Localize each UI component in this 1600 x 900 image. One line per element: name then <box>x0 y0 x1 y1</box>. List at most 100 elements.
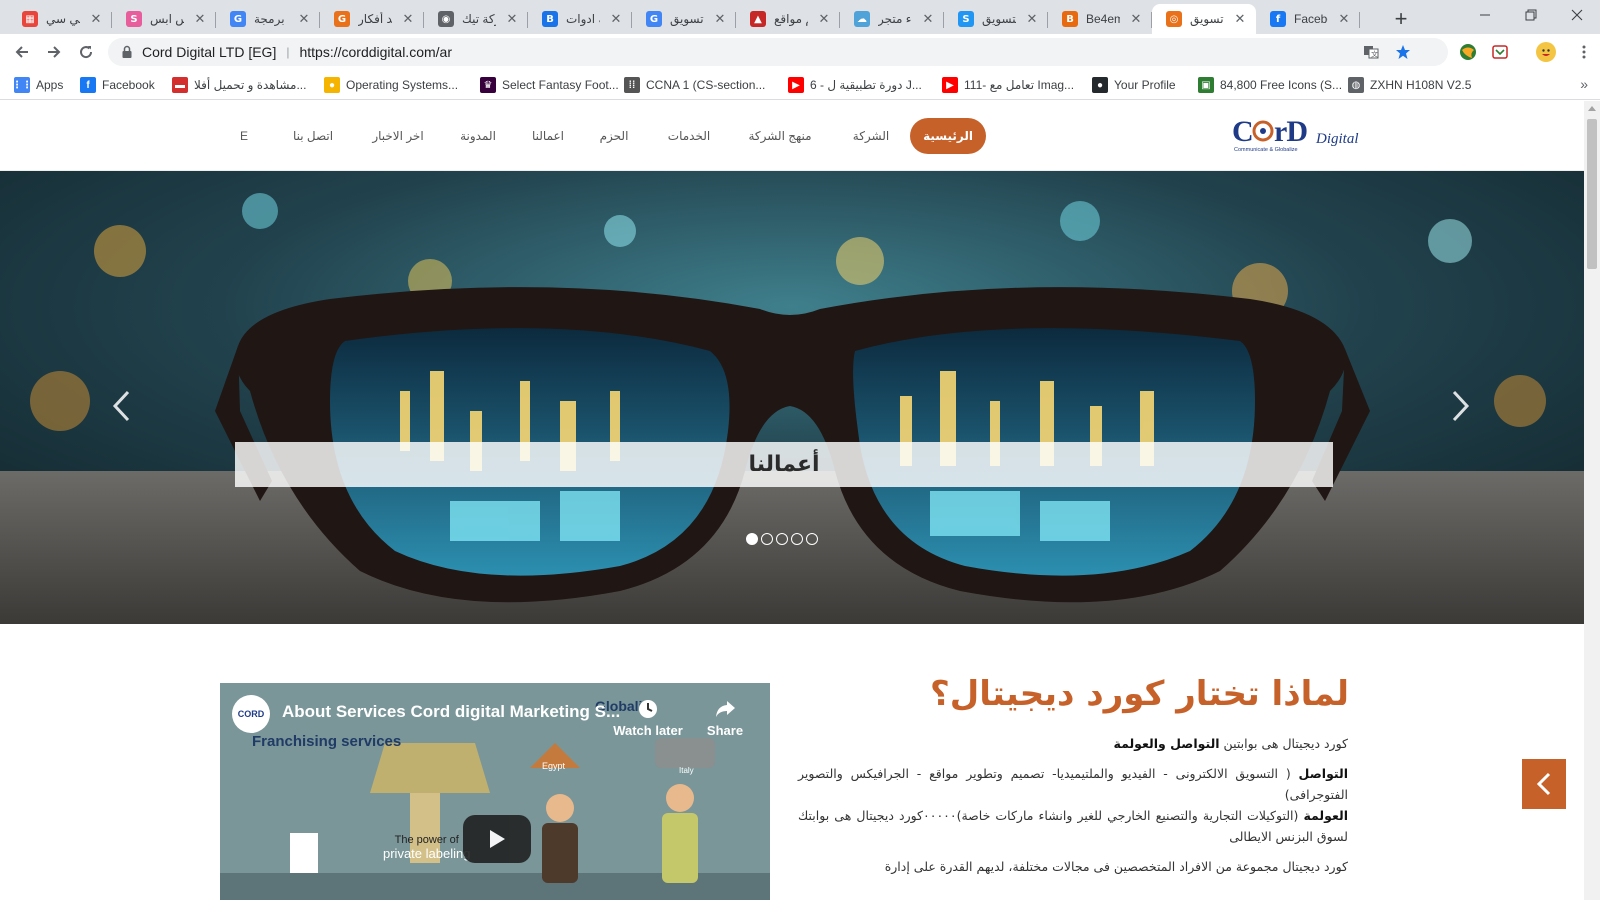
nav-item[interactable]: منهج الشركة <box>734 118 826 154</box>
browser-tab-strip: ▦ اي بي سي ✕ S اكس ابس ✕ G شركة برمجة ✕ G جراند أف… <box>0 0 1600 34</box>
back-button[interactable] <box>8 38 36 66</box>
browser-tab[interactable]: G شركة برمجة ✕ <box>216 4 320 34</box>
tab-close-icon[interactable]: ✕ <box>504 11 520 27</box>
tab-close-icon[interactable]: ✕ <box>1336 11 1352 27</box>
page-viewport: الرئيسية الشركة منهج الشركة الخدمات الحزم اعم… <box>0 101 1584 900</box>
side-panel-toggle[interactable] <box>1522 759 1566 809</box>
scrollbar-thumb[interactable] <box>1587 119 1597 269</box>
extension-globe-icon[interactable] <box>1458 42 1478 62</box>
youtube-video-embed[interactable]: Egypt Italy Globali CORD About Services … <box>220 683 770 900</box>
bookmark-label: Your Profile <box>1114 78 1176 92</box>
lock-icon[interactable] <box>120 45 134 59</box>
share-button[interactable]: Share <box>690 695 760 738</box>
nav-item[interactable]: اعمالنا <box>520 118 576 154</box>
reload-button[interactable] <box>72 38 100 66</box>
tab-close-icon[interactable]: ✕ <box>400 11 416 27</box>
profile-avatar-icon[interactable] <box>1536 42 1556 62</box>
channel-avatar[interactable]: CORD <box>232 695 270 733</box>
bookmark-item[interactable]: ⋮⋮ Apps <box>12 76 63 94</box>
play-button[interactable] <box>463 815 531 863</box>
browser-tab[interactable]: G جراند أفكار ✕ <box>320 4 424 34</box>
nav-item[interactable]: الرئيسية <box>910 118 986 154</box>
slider-dot[interactable] <box>791 533 803 545</box>
nav-item[interactable]: الشركة <box>842 118 900 154</box>
close-window-button[interactable] <box>1554 0 1600 30</box>
slider-next-arrow[interactable] <box>1446 386 1476 426</box>
nav-item[interactable]: الحزم <box>590 118 638 154</box>
extension-pocket-icon[interactable] <box>1490 42 1510 62</box>
browser-tab[interactable]: ◎ شركة تسويق ✕ <box>1152 4 1256 34</box>
video-title[interactable]: About Services Cord digital Marketing S.… <box>282 702 620 722</box>
site-header: الرئيسية الشركة منهج الشركة الخدمات الحزم اعم… <box>0 101 1584 171</box>
tab-close-icon[interactable]: ✕ <box>1128 11 1144 27</box>
bookmark-item[interactable]: ▶ 111- تعامل مع Imag... <box>942 76 1074 94</box>
tab-close-icon[interactable]: ✕ <box>1024 11 1040 27</box>
browser-tab[interactable]: B Be4em ✕ <box>1048 4 1152 34</box>
bookmark-star-icon[interactable] <box>1390 38 1416 66</box>
forward-button[interactable] <box>40 38 68 66</box>
restore-window-button[interactable] <box>1508 0 1554 30</box>
translate-icon[interactable]: 文 <box>1358 38 1384 66</box>
nav-item[interactable]: اتصل بنا <box>282 118 344 154</box>
browser-tab[interactable]: S اكس ابس ✕ <box>112 4 216 34</box>
tab-close-icon[interactable]: ✕ <box>296 11 312 27</box>
tab-close-icon[interactable]: ✕ <box>1232 11 1248 27</box>
tab-close-icon[interactable]: ✕ <box>816 11 832 27</box>
chrome-menu-icon[interactable] <box>1574 42 1594 62</box>
fantasy-football-icon: ♛ <box>480 77 496 93</box>
bookmark-label: Select Fantasy Foot... <box>502 78 619 92</box>
bookmark-item[interactable]: ● Your Profile <box>1092 76 1176 94</box>
video-scene-text: The power of private labeling <box>383 833 470 861</box>
slider-prev-arrow[interactable] <box>106 386 136 426</box>
hero-glasses-image <box>0 171 1584 624</box>
communication-text: ( التسويق الالكترونى - الفيديو والملتيمي… <box>798 766 1348 802</box>
bookmark-item[interactable]: ◍ ZXHN H108N V2.5 <box>1348 76 1471 94</box>
tab-close-icon[interactable]: ✕ <box>712 11 728 27</box>
browser-tab[interactable]: f Facebook ✕ <box>1256 4 1360 34</box>
bookmark-item[interactable]: ▬ مشاهدة و تحميل أفلا... <box>172 76 306 94</box>
minimize-window-button[interactable] <box>1462 0 1508 30</box>
tab-close-icon[interactable]: ✕ <box>608 11 624 27</box>
browser-tab[interactable]: ☁ انشاء متجر ✕ <box>840 4 944 34</box>
bookmarks-overflow-icon[interactable]: » <box>1580 76 1588 92</box>
nav-item[interactable]: اخر الاخبار <box>362 118 434 154</box>
hero-slider[interactable]: أعمالنا <box>0 171 1584 624</box>
slider-dot[interactable] <box>776 533 788 545</box>
bookmark-item[interactable]: ▶ 6 - دورة تطبيقية ل J... <box>788 76 922 94</box>
site-logo[interactable]: C rD Digital Communicate & Globalize <box>1232 113 1362 155</box>
chevron-right-icon <box>1452 390 1470 422</box>
share-icon <box>716 701 735 717</box>
arrow-right-icon <box>48 46 61 58</box>
nav-item[interactable]: المدونة <box>446 118 510 154</box>
tab-favicon-icon: ◉ <box>438 11 454 27</box>
tab-close-icon[interactable]: ✕ <box>88 11 104 27</box>
slider-dot[interactable] <box>761 533 773 545</box>
browser-tab[interactable]: G وكالة تسويق ✕ <box>632 4 736 34</box>
scene-text-line1: The power of <box>394 834 459 846</box>
tab-close-icon[interactable]: ✕ <box>192 11 208 27</box>
bookmark-item[interactable]: ⁞⁞ CCNA 1 (CS-section... <box>624 76 765 94</box>
browser-tab[interactable]: S خدمات التسويق ✕ <box>944 4 1048 34</box>
browser-tab[interactable]: B شركة ادوات ✕ <box>528 4 632 34</box>
slide-caption-text: أعمالنا <box>748 452 820 477</box>
browser-tab[interactable]: ▦ اي بي سي ✕ <box>8 4 112 34</box>
bookmark-label: Facebook <box>102 78 155 92</box>
browser-tab[interactable]: ◉ شركة تيك ✕ <box>424 4 528 34</box>
slider-dot[interactable] <box>806 533 818 545</box>
bookmark-item[interactable]: ♛ Select Fantasy Foot... <box>480 76 619 94</box>
tab-favicon-icon: ▦ <box>22 11 38 27</box>
new-tab-button[interactable]: + <box>1388 6 1414 32</box>
browser-tab[interactable]: ▲ تصميم مواقع ✕ <box>736 4 840 34</box>
tab-close-icon[interactable]: ✕ <box>920 11 936 27</box>
address-bar[interactable]: Cord Digital LTD [EG] | https://corddigi… <box>108 38 1448 66</box>
watch-later-button[interactable]: Watch later <box>613 695 683 738</box>
bookmark-item[interactable]: ● Operating Systems... <box>324 76 458 94</box>
nav-item[interactable]: E <box>236 118 252 154</box>
url-text[interactable]: https://corddigital.com/ar <box>299 44 452 60</box>
page-scrollbar[interactable] <box>1584 101 1600 900</box>
bookmark-item[interactable]: f Facebook <box>80 76 155 94</box>
slider-dot[interactable] <box>746 533 758 545</box>
scroll-up-arrow[interactable] <box>1588 106 1596 111</box>
nav-item[interactable]: الخدمات <box>654 118 724 154</box>
bookmark-item[interactable]: ▣ 84,800 Free Icons (S... <box>1198 76 1342 94</box>
